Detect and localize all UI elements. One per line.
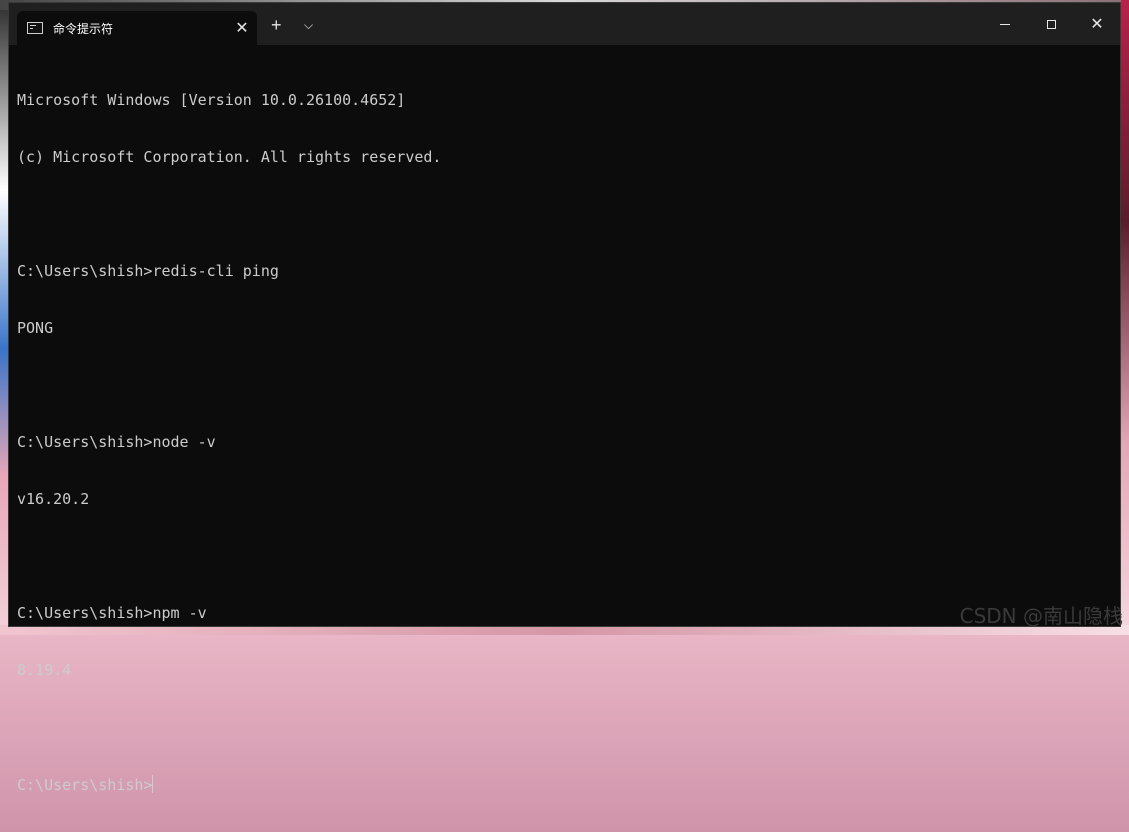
- console-line: C:\Users\shish>node -v: [17, 433, 216, 451]
- console-line: 8.19.4: [17, 661, 72, 679]
- console-line: PONG: [17, 319, 54, 337]
- watermark: CSDN @南山隐栈: [959, 604, 1123, 628]
- console-output[interactable]: Microsoft Windows [Version 10.0.26100.46…: [9, 45, 1120, 794]
- tab-command-prompt[interactable]: 命令提示符 ✕: [17, 11, 257, 45]
- desktop-background-right: [1121, 0, 1129, 635]
- text-cursor: [152, 775, 154, 793]
- tab-title: 命令提示符: [53, 21, 114, 36]
- console-line: C:\Users\shish>redis-cli ping: [17, 262, 279, 280]
- minimize-button[interactable]: [982, 3, 1028, 45]
- maximize-icon: [1046, 19, 1056, 29]
- console-line: Microsoft Windows [Version 10.0.26100.46…: [17, 91, 406, 109]
- prompt-text: C:\Users\shish>: [17, 776, 153, 794]
- close-icon[interactable]: ✕: [231, 18, 253, 38]
- title-bar[interactable]: 命令提示符 ✕ + ⌵ ✕: [9, 3, 1120, 45]
- chevron-down-icon[interactable]: ⌵: [304, 18, 313, 33]
- close-icon: ✕: [1090, 16, 1104, 33]
- cmd-icon: [27, 22, 43, 34]
- console-line: C:\Users\shish>npm -v: [17, 604, 207, 622]
- console-line: (c) Microsoft Corporation. All rights re…: [17, 148, 442, 166]
- plus-icon[interactable]: +: [271, 15, 282, 36]
- close-window-button[interactable]: ✕: [1074, 3, 1120, 45]
- minimize-icon: [1000, 23, 1010, 25]
- maximize-button[interactable]: [1028, 3, 1074, 45]
- terminal-window: 命令提示符 ✕ + ⌵ ✕ Microsoft Windows [Version…: [8, 2, 1121, 794]
- console-line: v16.20.2: [17, 490, 90, 508]
- prompt-line[interactable]: C:\Users\shish>: [17, 775, 1112, 794]
